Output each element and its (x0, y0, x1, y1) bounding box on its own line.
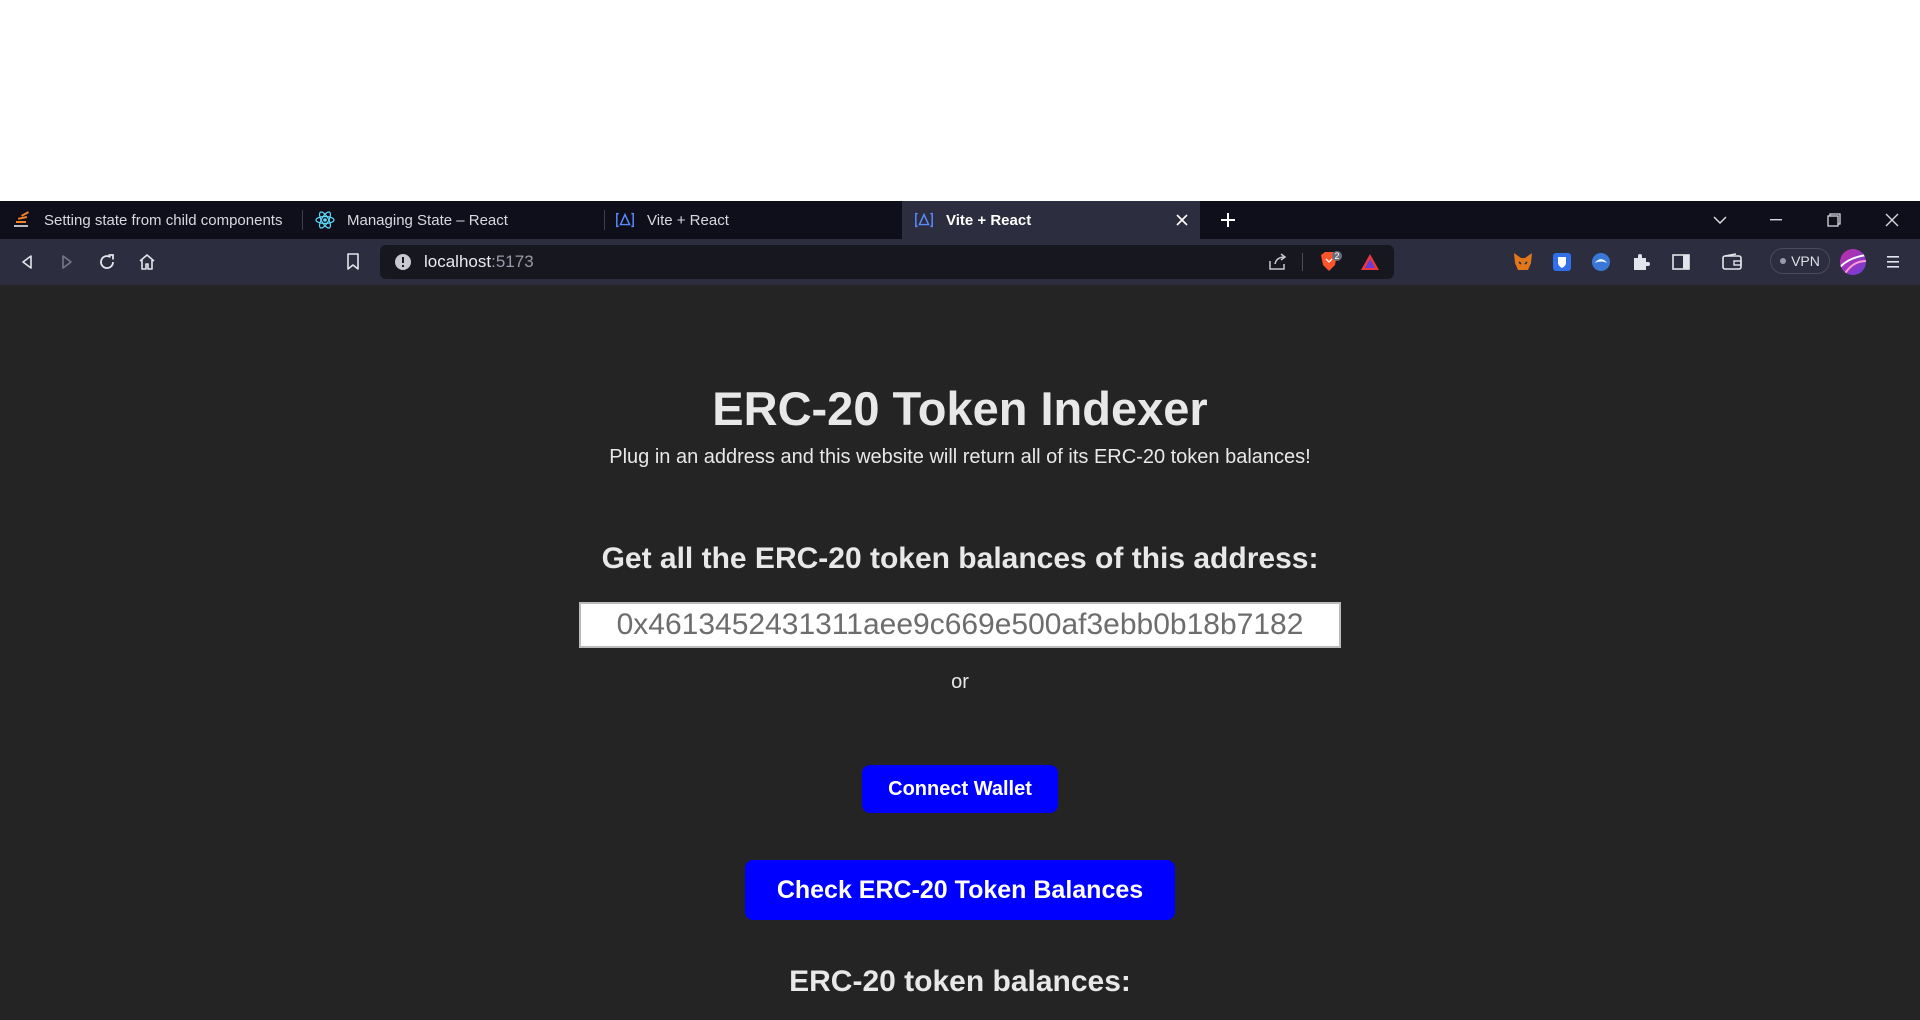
divider (1302, 253, 1303, 271)
home-icon[interactable] (133, 248, 161, 276)
tab-react-docs[interactable]: Managing State – React (303, 201, 603, 239)
vpn-button[interactable]: VPN (1770, 248, 1830, 274)
url-port: :5173 (491, 252, 534, 271)
bitwarden-extension-icon[interactable] (1551, 251, 1573, 273)
url-host: localhost (424, 252, 492, 271)
profile-avatar[interactable] (1840, 249, 1866, 275)
new-tab-button[interactable] (1214, 208, 1242, 232)
brave-shields-icon[interactable]: 2 (1318, 251, 1342, 273)
wallet-extension-icon[interactable] (1590, 251, 1612, 273)
tab-title: Setting state from child components (44, 211, 283, 229)
close-window-icon[interactable] (1864, 201, 1920, 239)
page-title: ERC-20 Token Indexer (712, 382, 1208, 435)
results-heading: ERC-20 token balances: (789, 965, 1131, 998)
site-info-icon[interactable] (394, 253, 412, 271)
minimize-icon[interactable] (1748, 201, 1804, 239)
or-separator: or (951, 671, 969, 693)
brave-wallet-icon[interactable] (1721, 251, 1743, 273)
close-tab-icon[interactable] (1172, 210, 1192, 230)
address-section-heading: Get all the ERC-20 token balances of thi… (601, 542, 1319, 575)
reload-icon[interactable] (93, 248, 121, 276)
tab-stackoverflow[interactable]: Setting state from child components (0, 201, 300, 239)
vite-icon (615, 210, 635, 230)
brave-rewards-icon[interactable] (1360, 253, 1380, 271)
url-text: localhost:5173 (424, 245, 534, 279)
tab-search-chevron-icon[interactable] (1692, 201, 1748, 239)
vite-icon (914, 210, 934, 230)
tab-vite-react-active[interactable]: Vite + React (902, 201, 1200, 239)
connect-wallet-button[interactable]: Connect Wallet (862, 765, 1058, 813)
check-balances-button[interactable]: Check ERC-20 Token Balances (745, 860, 1175, 920)
blank-area-above-window (0, 0, 1920, 201)
tab-strip: Setting state from child components Mana… (0, 201, 1920, 239)
page-viewport: ERC-20 Token Indexer Plug in an address … (0, 285, 1920, 1020)
vpn-status-dot (1780, 258, 1787, 264)
tab-title: Vite + React (946, 211, 1032, 229)
forward-icon[interactable] (53, 248, 81, 276)
tab-title: Managing State – React (347, 211, 508, 229)
metamask-icon[interactable] (1512, 251, 1534, 273)
browser-toolbar: localhost:5173 2 VPN (0, 239, 1920, 285)
stackoverflow-icon (12, 210, 32, 230)
address-input[interactable] (579, 602, 1341, 648)
back-icon[interactable] (13, 248, 41, 276)
sidebar-icon[interactable] (1670, 251, 1692, 273)
page-subtitle: Plug in an address and this website will… (609, 446, 1311, 468)
bookmark-icon[interactable] (339, 248, 367, 276)
tab-vite-react-1[interactable]: Vite + React (603, 201, 901, 239)
menu-icon[interactable] (1882, 251, 1904, 273)
shields-count-badge: 2 (1334, 251, 1340, 261)
address-bar[interactable]: localhost:5173 2 (380, 245, 1394, 279)
tab-title: Vite + React (647, 211, 729, 229)
react-icon (315, 210, 335, 230)
extensions-puzzle-icon[interactable] (1630, 251, 1652, 273)
share-icon[interactable] (1268, 253, 1288, 271)
vpn-label: VPN (1791, 253, 1820, 269)
restore-icon[interactable] (1806, 201, 1862, 239)
